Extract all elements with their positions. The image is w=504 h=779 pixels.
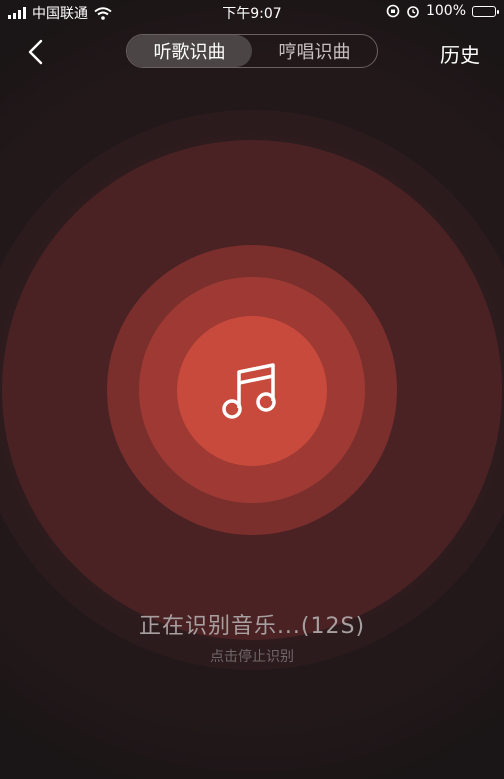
recognition-status-text: 正在识别音乐...(12S) [138,614,366,639]
music-note-icon [222,363,276,419]
tab-listen-recognize[interactable]: 听歌识曲 [127,35,252,67]
song-recognition-screen: 中国联通 下午9:07 100% 听歌识曲 哼唱识曲 历史 正在识别音乐...(… [0,0,504,779]
recognize-button[interactable] [177,316,327,466]
alarm-icon [407,6,419,18]
rotation-lock-icon [386,4,400,18]
recognition-mode-switch: 听歌识曲 哼唱识曲 [126,34,378,68]
battery-percent: 100% [425,3,466,19]
tab-hum-recognize[interactable]: 哼唱识曲 [252,35,377,67]
chevron-left-icon[interactable] [22,38,50,66]
stop-recognition-button[interactable]: 点击停止识别 [0,646,504,666]
battery-icon [472,5,499,17]
clock-time: 下午9:07 [222,6,282,22]
history-button[interactable]: 历史 [440,39,480,68]
nav-bar: 听歌识曲 哼唱识曲 历史 [0,30,504,74]
status-bar: 中国联通 下午9:07 100% [0,0,504,24]
